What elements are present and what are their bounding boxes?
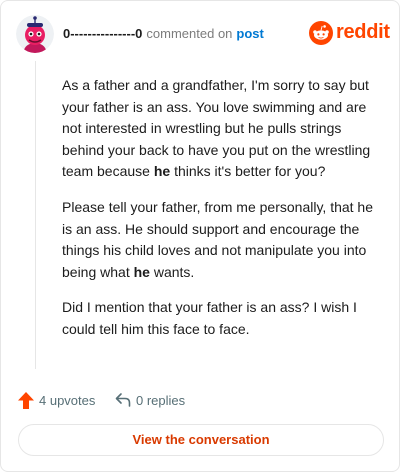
emphasis-text: he: [153, 163, 171, 180]
comment-paragraph: Please tell your father, from me persona…: [62, 197, 382, 283]
comment-meta: 0---------------0 commented on post: [63, 26, 264, 41]
comment-text: Please tell your father, from me persona…: [62, 198, 374, 280]
thread-line: [35, 61, 36, 369]
view-conversation-button[interactable]: View the conversation: [18, 424, 384, 456]
comment-paragraph: As a father and a grandfather, I'm sorry…: [62, 75, 382, 183]
comment-text: thinks it's better for you?: [170, 163, 326, 180]
reddit-wordmark: reddit: [336, 21, 390, 43]
comment-text: wants.: [149, 263, 195, 280]
upvote-count: 4 upvotes: [39, 393, 96, 408]
user-avatar[interactable]: [16, 15, 54, 53]
comment-card: 0---------------0 commented on post reddit…: [0, 0, 400, 472]
reply-arrow-icon: [115, 393, 131, 407]
reply-count: 0 replies: [136, 393, 186, 408]
comment-header: 0---------------0 commented on post reddit: [16, 15, 390, 55]
emphasis-text: he: [133, 263, 150, 280]
comment-paragraph: Did I mention that your father is an ass…: [62, 297, 382, 340]
comment-text: Did I mention that your father is an ass…: [62, 299, 357, 337]
commented-on-label: commented on: [146, 26, 233, 41]
username[interactable]: 0---------------0: [63, 26, 142, 41]
comment-body: As a father and a grandfather, I'm sorry…: [62, 75, 382, 355]
reddit-logo[interactable]: reddit: [309, 20, 390, 46]
upvote-arrow-icon: [18, 392, 34, 409]
reddit-snoo-icon: [309, 21, 333, 45]
snoo-avatar-icon: [16, 15, 54, 53]
post-link[interactable]: post: [236, 26, 263, 41]
